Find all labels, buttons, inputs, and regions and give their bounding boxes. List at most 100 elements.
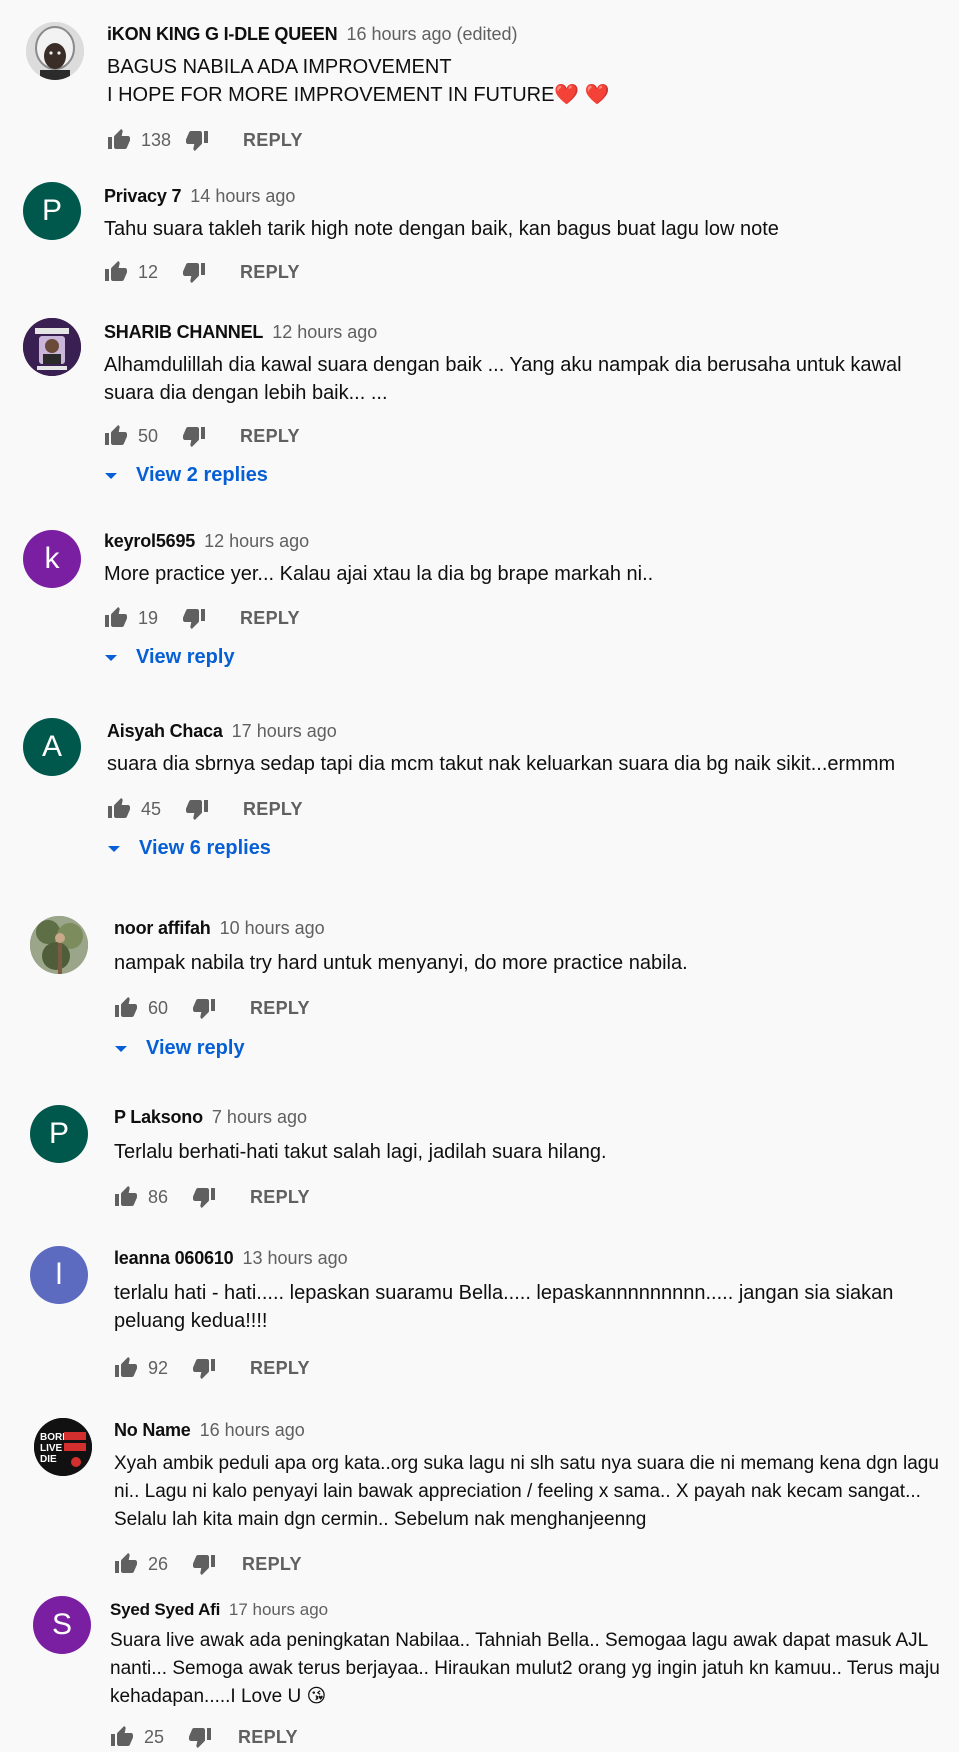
comment-actions: 138 REPLY	[107, 125, 303, 155]
dislike-icon[interactable]	[192, 1356, 216, 1380]
comment-header: P Laksono 7 hours ago	[114, 1107, 307, 1128]
avatar[interactable]	[26, 22, 84, 80]
dislike-icon[interactable]	[185, 797, 209, 821]
comment-author[interactable]: leanna 060610	[114, 1248, 234, 1268]
comment-time[interactable]: 14 hours ago	[190, 186, 295, 206]
comment-author[interactable]: Syed Syed Afi	[110, 1600, 220, 1619]
avatar[interactable]: P	[30, 1105, 88, 1163]
comment-time[interactable]: 17 hours ago	[232, 721, 337, 741]
view-replies-button[interactable]: View 2 replies	[104, 464, 268, 487]
like-count: 26	[148, 1553, 169, 1574]
comment-actions: 50 REPLY	[104, 421, 300, 451]
comment-text: nampak nabila try hard untuk menyanyi, d…	[114, 952, 688, 974]
comment-actions: 26 REPLY	[114, 1549, 302, 1579]
dislike-icon[interactable]	[188, 1725, 212, 1749]
reply-button[interactable]: REPLY	[243, 130, 303, 151]
view-replies-button[interactable]: View reply	[114, 1037, 245, 1060]
like-icon[interactable]	[107, 128, 131, 152]
comment-time[interactable]: 16 hours ago	[200, 1420, 305, 1440]
dislike-icon[interactable]	[192, 1185, 216, 1209]
comment-header: iKON KING G I-DLE QUEEN 16 hours ago (ed…	[107, 24, 518, 45]
channel-logo-icon: BORN LIVE DIE	[34, 1418, 92, 1476]
avatar[interactable]: BORN LIVE DIE	[34, 1418, 92, 1476]
like-icon[interactable]	[114, 1356, 138, 1380]
avatar[interactable]: k	[23, 530, 81, 588]
like-icon[interactable]	[107, 797, 131, 821]
reply-button[interactable]: REPLY	[242, 1554, 302, 1575]
view-replies-button[interactable]: View 6 replies	[107, 837, 271, 860]
comment-author[interactable]: SHARIB CHANNEL	[104, 322, 263, 342]
comment-actions: 25 REPLY	[110, 1722, 298, 1752]
like-count: 92	[148, 1357, 169, 1378]
comment-time[interactable]: 17 hours ago	[229, 1600, 328, 1619]
comment-text: suara dia sbrnya sedap tapi dia mcm taku…	[107, 753, 896, 775]
like-icon[interactable]	[114, 996, 138, 1020]
avatar[interactable]: A	[23, 718, 81, 776]
svg-text:LIVE: LIVE	[40, 1443, 63, 1454]
like-icon[interactable]	[104, 606, 128, 630]
comment-actions: 60 REPLY	[114, 993, 310, 1023]
dislike-icon[interactable]	[192, 996, 216, 1020]
comment-text: Tahu suara takleh tarik high note dengan…	[104, 218, 779, 240]
reply-button[interactable]: REPLY	[243, 799, 303, 820]
comment-header: Privacy 7 14 hours ago	[104, 186, 295, 207]
comment-text: Xyah ambik peduli apa org kata..org suka…	[114, 1453, 939, 1530]
comment-header: noor affifah 10 hours ago	[114, 918, 325, 939]
avatar-letter: k	[44, 542, 60, 575]
reply-button[interactable]: REPLY	[240, 426, 300, 447]
comment-text: Alhamdulillah dia kawal suara dengan bai…	[104, 354, 902, 404]
reply-button[interactable]: REPLY	[250, 1358, 310, 1379]
comment-author[interactable]: noor affifah	[114, 918, 211, 938]
comment-author[interactable]: Privacy 7	[104, 186, 181, 206]
reply-button[interactable]: REPLY	[240, 262, 300, 283]
like-count: 60	[148, 997, 169, 1018]
avatar[interactable]: S	[33, 1596, 91, 1654]
comment-actions: 86 REPLY	[114, 1182, 310, 1212]
svg-text:DIE: DIE	[40, 1454, 57, 1465]
view-replies-button[interactable]: View reply	[104, 646, 235, 669]
avatar-photo-icon	[30, 916, 88, 974]
comment-actions: 12 REPLY	[104, 257, 300, 287]
dislike-icon[interactable]	[192, 1552, 216, 1576]
like-icon[interactable]	[104, 260, 128, 284]
comment-author[interactable]: Aisyah Chaca	[107, 721, 223, 741]
like-icon[interactable]	[110, 1725, 134, 1749]
comment-actions: 19 REPLY	[104, 603, 300, 633]
dislike-icon[interactable]	[182, 424, 206, 448]
like-count: 12	[138, 261, 159, 282]
comment-text: Terlalu berhati-hati takut salah lagi, j…	[114, 1141, 607, 1163]
like-icon[interactable]	[114, 1185, 138, 1209]
avatar[interactable]	[30, 916, 88, 974]
avatar[interactable]: P	[23, 182, 81, 240]
avatar[interactable]: l	[30, 1246, 88, 1304]
comment-time[interactable]: 13 hours ago	[243, 1248, 348, 1268]
channel-logo-icon	[23, 318, 81, 376]
comment-author[interactable]: P Laksono	[114, 1107, 203, 1127]
like-icon[interactable]	[104, 424, 128, 448]
comment-time[interactable]: 10 hours ago	[220, 918, 325, 938]
reply-button[interactable]: REPLY	[238, 1727, 298, 1748]
reply-button[interactable]: REPLY	[240, 608, 300, 629]
like-count: 25	[144, 1726, 165, 1747]
like-icon[interactable]	[114, 1552, 138, 1576]
avatar[interactable]	[23, 318, 81, 376]
dislike-icon[interactable]	[185, 128, 209, 152]
comment-time[interactable]: 16 hours ago (edited)	[346, 24, 517, 44]
comment-time[interactable]: 12 hours ago	[204, 531, 309, 551]
comment-author[interactable]: iKON KING G I-DLE QUEEN	[107, 24, 338, 44]
dislike-icon[interactable]	[182, 606, 206, 630]
like-count: 19	[138, 607, 159, 628]
caret-down-icon	[104, 469, 118, 483]
comment-actions: 45 REPLY	[107, 794, 303, 824]
dislike-icon[interactable]	[182, 260, 206, 284]
comment-time[interactable]: 12 hours ago	[272, 322, 377, 342]
comment-text: terlalu hati - hati..... lepaskan suaram…	[114, 1282, 894, 1332]
comment-author[interactable]: keyrol5695	[104, 531, 195, 551]
comment-header: Aisyah Chaca 17 hours ago	[107, 721, 337, 742]
view-replies-label: View 6 replies	[139, 837, 271, 859]
comment-author[interactable]: No Name	[114, 1420, 191, 1440]
reply-button[interactable]: REPLY	[250, 998, 310, 1019]
comment-time[interactable]: 7 hours ago	[212, 1107, 307, 1127]
reply-button[interactable]: REPLY	[250, 1187, 310, 1208]
avatar-letter: A	[41, 730, 62, 763]
